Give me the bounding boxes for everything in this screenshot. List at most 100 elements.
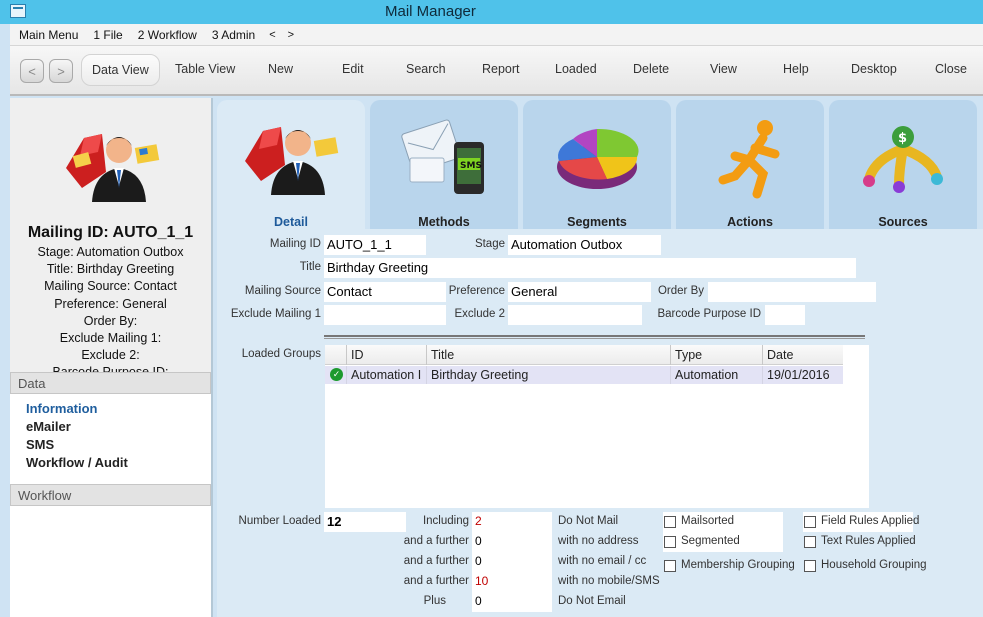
row-title-cell: Birthday Greeting [426,366,670,384]
count-prefix: and a further [403,575,469,587]
checkbox-box[interactable] [804,516,816,528]
search-button[interactable]: Search [406,62,446,76]
order-by-field[interactable] [708,282,876,302]
delete-button[interactable]: Delete [633,62,669,76]
tab-segments[interactable]: Segments [523,100,671,229]
no-mobile-count: 10 [472,572,552,592]
barcode-purpose-field[interactable] [765,305,805,325]
segments-tab-icon [523,112,671,202]
loaded-button[interactable]: Loaded [555,62,597,76]
forward-button[interactable]: > [49,59,73,83]
text-rules-checkbox[interactable]: Text Rules Applied [803,532,916,552]
count-suffix: with no email / cc [558,555,647,567]
section-divider [324,335,865,339]
close-button[interactable]: Close [935,62,967,76]
svg-text:$: $ [898,131,907,146]
help-button[interactable]: Help [783,62,809,76]
view-button[interactable]: View [710,62,737,76]
menu-workflow[interactable]: 2 Workflow [138,28,197,42]
tab-actions[interactable]: Actions [676,100,824,229]
summary-line: Exclude 2: [81,348,140,363]
no-address-count: 0 [472,532,552,552]
checkbox-box[interactable] [804,536,816,548]
exclude-mailing-1-label: Exclude Mailing 1 [230,308,321,320]
tab-label: Segments [567,215,627,229]
column-header-title[interactable]: Title [426,345,670,365]
checkbox-box[interactable] [664,536,676,548]
column-header-date[interactable]: Date [762,345,843,365]
summary-line: Preference: General [54,296,167,311]
checkbox-box[interactable] [664,516,676,528]
membership-grouping-checkbox[interactable]: Membership Grouping [663,556,795,576]
loaded-groups-label: Loaded Groups [241,348,321,360]
edit-button[interactable]: Edit [342,62,364,76]
summary-line: Stage: Automation Outbox [37,245,184,259]
household-grouping-checkbox[interactable]: Household Grouping [803,556,927,576]
order-by-label: Order By [657,285,704,297]
preference-field[interactable]: General [508,282,651,302]
workflow-section-header[interactable]: Workflow [10,484,211,506]
exclude-mailing-1-field[interactable] [324,305,446,325]
money-branches-icon: $ [863,126,943,193]
sources-tab-icon: $ [829,112,977,202]
menu-file[interactable]: 1 File [93,28,122,42]
desktop-button[interactable]: Desktop [851,62,897,76]
count-suffix: with no address [558,535,639,547]
preference-label: Preference [448,285,505,297]
mailsorted-checkbox[interactable]: Mailsorted [663,512,783,532]
mailing-source-label: Mailing Source [244,285,321,297]
exclude-2-field[interactable] [508,305,642,325]
data-link-information[interactable]: Information [26,400,128,418]
tab-detail[interactable]: Detail [217,100,365,229]
checkbox-label: Household Grouping [821,559,927,571]
column-header-type[interactable]: Type [670,345,762,365]
back-button[interactable]: < [20,59,44,83]
data-view-button[interactable]: Data View [81,54,160,86]
menu-main[interactable]: Main Menu [19,28,78,42]
mailing-id-field[interactable]: AUTO_1_1 [324,235,426,255]
data-link-workflow-audit[interactable]: Workflow / Audit [26,454,128,472]
segmented-checkbox[interactable]: Segmented [663,532,783,552]
tab-methods[interactable]: SMS Methods [370,100,518,229]
column-header-id[interactable]: ID [346,345,426,365]
summary-line: Order By: [83,313,138,328]
checkbox-label: Membership Grouping [681,559,795,571]
checkbox-box[interactable] [804,560,816,572]
checkbox-label: Segmented [681,535,740,547]
mailing-person-icon [245,127,339,195]
checkbox-label: Field Rules Applied [821,515,920,527]
checkbox-label: Text Rules Applied [821,535,916,547]
new-button[interactable]: New [268,62,293,76]
detail-form: Mailing ID AUTO_1_1 Stage Automation Out… [217,229,983,617]
count-prefix: Plus [423,595,446,607]
menu-back-arrow[interactable]: < [269,29,275,41]
stage-field[interactable]: Automation Outbox [508,235,661,255]
mailing-id-heading: Mailing ID: AUTO_1_1 [27,224,194,241]
tab-sources[interactable]: $ Sources [829,100,977,229]
mailing-source-field[interactable]: Contact [324,282,446,302]
menu-forward-arrow[interactable]: > [288,29,294,41]
field-rules-checkbox[interactable]: Field Rules Applied [803,512,919,532]
table-header-status [325,345,346,365]
summary-line: Mailing Source: Contact [44,279,177,294]
table-view-button[interactable]: Table View [175,62,235,76]
tab-label: Detail [273,215,309,229]
menu-admin[interactable]: 3 Admin [212,28,255,42]
tab-label: Methods [418,215,470,229]
number-loaded-label: Number Loaded [238,515,321,527]
data-section-header[interactable]: Data [10,372,211,394]
count-suffix: with no mobile/SMS [558,575,660,587]
table-row[interactable]: ✓ Automation I Birthday Greeting Automat… [325,366,843,384]
data-link-emailer[interactable]: eMailer [26,418,128,436]
report-button[interactable]: Report [482,62,520,76]
stage-label: Stage [474,238,505,250]
data-link-sms[interactable]: SMS [26,436,128,454]
count-prefix: and a further [403,555,469,567]
loaded-groups-table[interactable]: ID Title Type Date ✓ Automation I Birthd… [325,345,869,508]
table-scroll-area[interactable] [843,345,869,508]
count-suffix: Do Not Mail [558,515,619,527]
title-field[interactable]: Birthday Greeting [324,258,856,278]
menu-bar: Main Menu 1 File 2 Workflow 3 Admin < > [10,24,983,46]
mailing-id-label: Mailing ID [269,238,321,250]
checkbox-box[interactable] [664,560,676,572]
